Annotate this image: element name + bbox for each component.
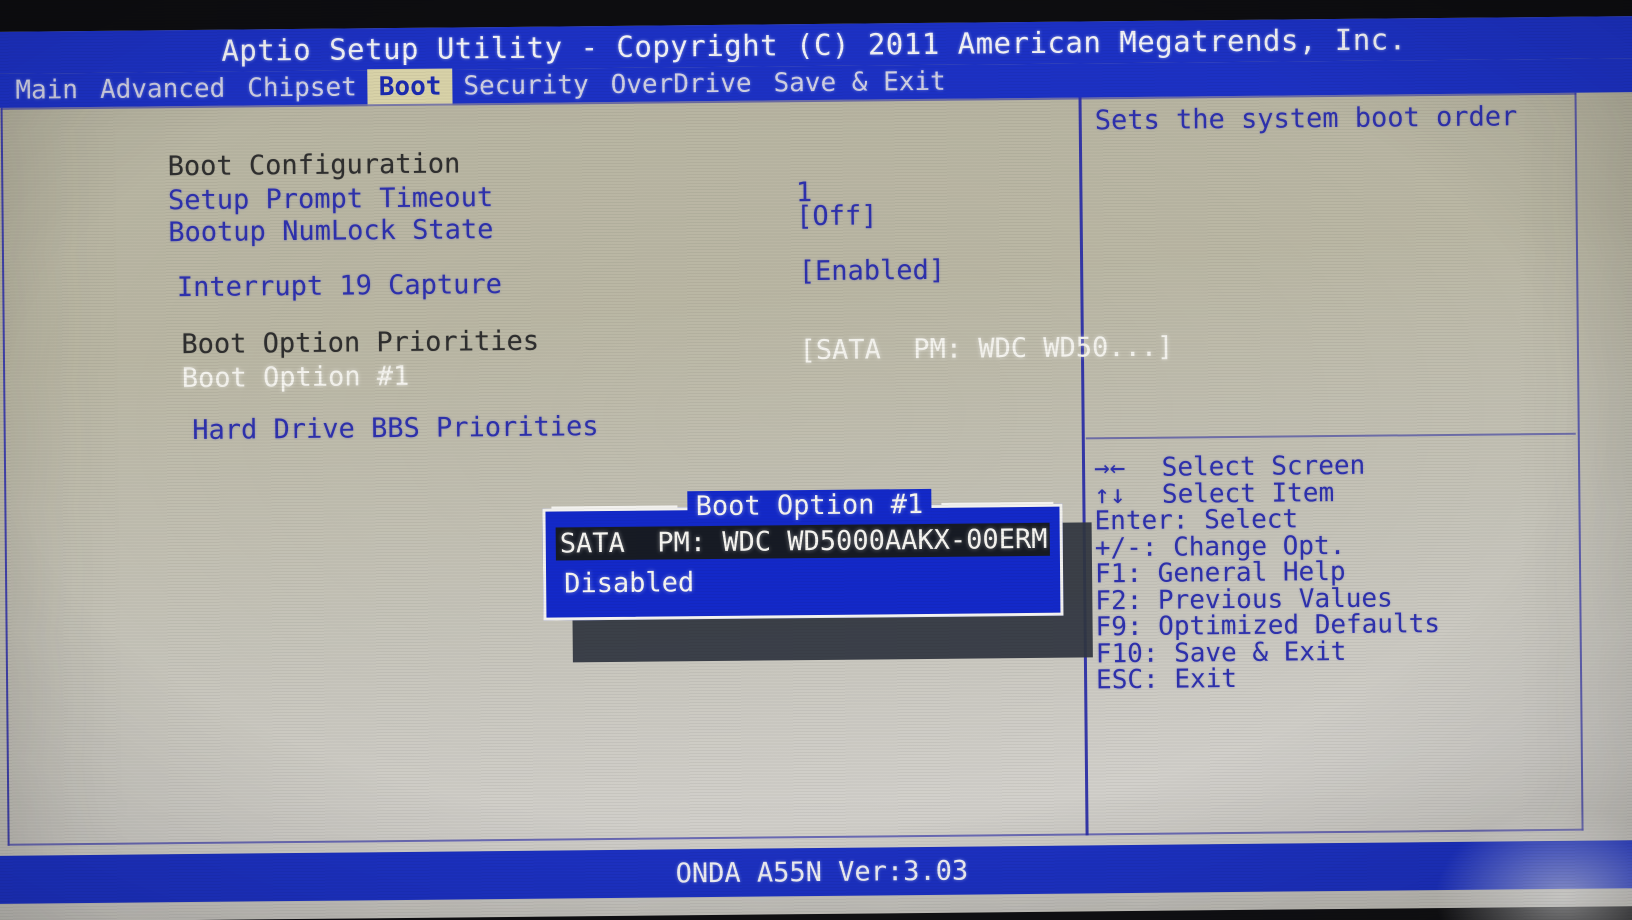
legend-esc-text: Exit	[1158, 663, 1238, 695]
interrupt-19-capture-value: [Enabled]	[798, 254, 946, 288]
legend-esc-key: ESC	[1095, 664, 1144, 696]
app-title: Aptio Setup Utility - Copyright (C) 2011…	[221, 22, 1407, 68]
dialog-option-disabled[interactable]: Disabled	[560, 566, 698, 600]
bios-screenshot: Aptio Setup Utility - Copyright (C) 2011…	[0, 0, 1632, 920]
settings-list: Boot Configuration Setup Prompt Timeout …	[0, 97, 1174, 845]
dialog-title-bar: Boot Option #1	[545, 488, 1059, 523]
hard-drive-bbs-priorities-label: Hard Drive BBS Priorities	[192, 411, 599, 447]
setup-body: Boot Configuration Setup Prompt Timeout …	[0, 92, 1632, 856]
dialog-title-rule-right	[941, 501, 1054, 506]
dialog-title-rule-left	[551, 504, 678, 510]
legend-esc-sep: :	[1142, 664, 1159, 695]
tab-security[interactable]: Security	[452, 67, 600, 105]
tab-overdrive[interactable]: OverDrive	[599, 65, 762, 104]
tab-chipset[interactable]: Chipset	[236, 69, 368, 107]
bios-version-text: ONDA A55N Ver:3.03	[675, 855, 969, 889]
boot-option-1-dialog[interactable]: Boot Option #1 SATA PM: WDC WD5000AAKX-0…	[542, 488, 1064, 621]
help-description: Sets the system boot order	[1094, 101, 1518, 137]
arrow-left-right-icon: →←	[1093, 453, 1126, 484]
key-legend: →← Select Screen ↑↓ Select Item Enter: S…	[1093, 451, 1576, 696]
tab-boot[interactable]: Boot	[367, 67, 453, 106]
tab-save-exit[interactable]: Save & Exit	[762, 63, 957, 102]
tab-main[interactable]: Main	[4, 71, 89, 109]
crt-display-area: Aptio Setup Utility - Copyright (C) 2011…	[0, 0, 1632, 920]
arrow-up-down-icon: ↑↓	[1094, 479, 1126, 510]
submenu-hard-drive-bbs-priorities[interactable]: Hard Drive BBS Priorities	[29, 380, 599, 478]
help-panel: Sets the system boot order →← Select Scr…	[1089, 93, 1582, 836]
monitor-bezel-bottom	[0, 905, 1632, 920]
dialog-option-sata-pm-wdc[interactable]: SATA PM: WDC WD5000AAKX-00ERM	[555, 522, 1050, 561]
dialog-title: Boot Option #1	[687, 488, 932, 522]
tab-advanced[interactable]: Advanced	[89, 70, 237, 108]
legend-row-esc: ESC: Exit	[1095, 663, 1576, 696]
